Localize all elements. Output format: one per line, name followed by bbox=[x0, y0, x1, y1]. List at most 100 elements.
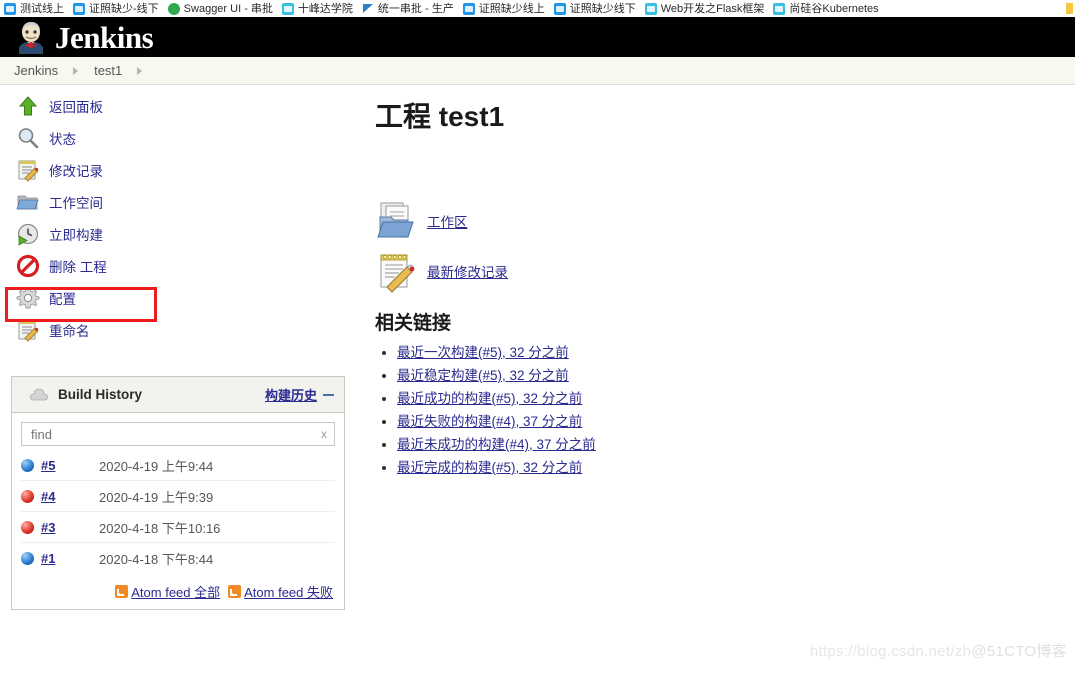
table-row[interactable]: #4 2020-4-19 上午9:39 bbox=[21, 480, 335, 511]
related-link-suffix: , 37 分之前 bbox=[529, 437, 596, 452]
build-date: 2020-4-19 上午9:39 bbox=[99, 489, 214, 505]
breadcrumb: Jenkins test1 bbox=[0, 57, 1075, 85]
status-ball-blue-icon bbox=[21, 458, 34, 472]
breadcrumb-item-test1[interactable]: test1 bbox=[94, 63, 122, 78]
related-link[interactable]: 最近未成功的构建(#4) bbox=[397, 437, 529, 452]
sidebar-item-changes[interactable]: 修改记录 bbox=[0, 154, 352, 186]
build-history-header: Build History 构建历史 bbox=[12, 377, 344, 413]
build-date: 2020-4-18 下午8:44 bbox=[99, 551, 214, 567]
list-item: 最近完成的构建(#5), 32 分之前 bbox=[397, 458, 1055, 477]
quick-link-label[interactable]: 工作区 bbox=[427, 211, 468, 231]
related-link[interactable]: 最近稳定构建(#5) bbox=[397, 368, 502, 383]
bookmark-item[interactable]: 尚硅谷Kubernetes bbox=[773, 2, 879, 15]
sidebar-item-label: 立即构建 bbox=[49, 228, 103, 243]
sidebar-item-label: 重命名 bbox=[49, 324, 90, 339]
video-icon bbox=[773, 2, 786, 15]
minus-icon[interactable] bbox=[323, 393, 334, 396]
bookmark-label: Swagger UI - 串批 bbox=[183, 2, 273, 15]
related-link-suffix: , 32 分之前 bbox=[502, 345, 569, 360]
related-link[interactable]: 最近完成的构建(#5) bbox=[397, 460, 516, 475]
chevron-right-icon bbox=[137, 66, 143, 75]
bookmark-item[interactable]: 十峰达学院 bbox=[281, 2, 353, 15]
bookmark-item[interactable]: 证照缺少-线下 bbox=[73, 2, 159, 15]
flag-icon bbox=[361, 2, 374, 15]
build-history-footer: Atom feed 全部 Atom feed 失败 bbox=[12, 573, 344, 609]
watermark-brand: @51CTO博客 bbox=[971, 643, 1067, 660]
atom-feed-failed-link[interactable]: Atom feed 失败 bbox=[244, 582, 333, 601]
bookmark-label: 十峰达学院 bbox=[297, 2, 353, 15]
magnifier-icon bbox=[16, 126, 40, 150]
build-history-link[interactable]: 构建历史 bbox=[265, 385, 317, 404]
related-link-suffix: , 32 分之前 bbox=[515, 460, 583, 475]
breadcrumb-item-jenkins[interactable]: Jenkins bbox=[14, 63, 58, 78]
folder-icon bbox=[16, 190, 40, 214]
sidebar-item-build-now[interactable]: 立即构建 bbox=[0, 218, 352, 250]
quick-link-recent-changes[interactable]: 最新修改记录 bbox=[375, 246, 1055, 296]
main-content: 工程 test1 工作区 最新修改记录 相关链接 • 最近一次构建(#5), 3… bbox=[375, 100, 1055, 481]
search-input[interactable] bbox=[29, 425, 321, 443]
table-row[interactable]: #5 2020-4-19 上午9:44 bbox=[21, 450, 335, 480]
bookmark-item[interactable]: Swagger UI - 串批 bbox=[167, 2, 273, 15]
bookmark-label: 证照缺少-线下 bbox=[89, 2, 159, 15]
rss-icon bbox=[115, 584, 129, 598]
list-item: 最近稳定构建(#5), 32 分之前 bbox=[397, 366, 1055, 385]
page-root: 测试线上 证照缺少-线下 Swagger UI - 串批 十峰达学院 统一串批 … bbox=[0, 0, 1075, 675]
weather-cloud-icon bbox=[30, 388, 48, 401]
sidebar-item-back-to-dashboard[interactable]: 返回面板 bbox=[0, 90, 352, 122]
jenkins-butler-logo[interactable] bbox=[14, 20, 48, 54]
list-item: 最近一次构建(#5), 32 分之前 bbox=[397, 343, 1055, 362]
skype-icon bbox=[553, 2, 566, 15]
bookmark-item[interactable]: 统一串批 - 生产 bbox=[361, 2, 454, 15]
rss-icon bbox=[228, 584, 242, 598]
status-ball-red-icon bbox=[21, 489, 34, 503]
bookmark-item[interactable]: 证照缺少线上 bbox=[462, 2, 545, 15]
bookmark-label: 统一串批 - 生产 bbox=[377, 2, 454, 15]
sidebar-item-rename[interactable]: 重命名 bbox=[0, 314, 352, 346]
related-link-suffix: , 32 分之前 bbox=[515, 391, 583, 406]
table-row[interactable]: #3 2020-4-18 下午10:16 bbox=[21, 511, 335, 542]
sidebar-item-label: 修改记录 bbox=[49, 164, 103, 179]
build-history-rows: #5 2020-4-19 上午9:44 #4 2020-4-19 上午9:39 … bbox=[21, 450, 335, 573]
build-number-link[interactable]: #3 bbox=[41, 520, 99, 535]
sidebar-item-label: 删除 工程 bbox=[49, 260, 107, 275]
build-number-link[interactable]: #4 bbox=[41, 489, 99, 504]
bookmark-label: Web开发之Flask框架 bbox=[660, 2, 765, 15]
sidebar-item-delete-project[interactable]: 删除 工程 bbox=[0, 250, 352, 282]
sidebar-item-status[interactable]: 状态 bbox=[0, 122, 352, 154]
list-item: 最近未成功的构建(#4), 37 分之前 bbox=[397, 435, 1055, 454]
quick-link-workspace[interactable]: 工作区 bbox=[375, 196, 1055, 246]
table-row[interactable]: #1 2020-4-18 下午8:44 bbox=[21, 542, 335, 573]
build-number-link[interactable]: #1 bbox=[41, 551, 99, 566]
bookmark-label: 证照缺少线上 bbox=[478, 2, 545, 15]
sidebar-item-label: 返回面板 bbox=[49, 100, 103, 115]
related-link[interactable]: 最近一次构建(#5) bbox=[397, 345, 502, 360]
bookmark-item[interactable]: 证照缺少线下 bbox=[553, 2, 636, 15]
quick-link-label[interactable]: 最新修改记录 bbox=[427, 261, 508, 281]
bookmark-overflow-icon[interactable] bbox=[1066, 3, 1073, 14]
clear-icon[interactable]: x bbox=[321, 427, 327, 441]
build-date: 2020-4-18 下午10:16 bbox=[99, 520, 221, 536]
bookmark-item[interactable]: 测试线上 bbox=[4, 2, 64, 15]
atom-feed-all-link[interactable]: Atom feed 全部 bbox=[131, 582, 220, 601]
skype-icon bbox=[462, 2, 475, 15]
sidebar-item-configure[interactable]: 配置 bbox=[0, 282, 352, 314]
notepad-pencil-icon bbox=[375, 249, 419, 293]
folder-documents-icon bbox=[375, 199, 419, 243]
build-history-actions: 构建历史 bbox=[265, 385, 334, 404]
jenkins-header: Jenkins bbox=[0, 17, 1075, 57]
bookmark-label: 证照缺少线下 bbox=[569, 2, 636, 15]
related-link[interactable]: 最近失败的构建(#4) bbox=[397, 414, 516, 429]
notepad-pencil-icon bbox=[16, 318, 40, 342]
build-number-link[interactable]: #5 bbox=[41, 458, 99, 473]
swagger-icon bbox=[167, 2, 180, 15]
related-link-suffix: , 32 分之前 bbox=[502, 368, 569, 383]
skype-icon bbox=[4, 2, 16, 15]
related-link[interactable]: 最近成功的构建(#5) bbox=[397, 391, 516, 406]
related-link-suffix: , 37 分之前 bbox=[515, 414, 583, 429]
section-title-related-links: 相关链接 bbox=[375, 313, 452, 334]
bookmark-item[interactable]: Web开发之Flask框架 bbox=[644, 2, 765, 15]
build-find-field[interactable]: x bbox=[21, 422, 335, 446]
sidebar: 返回面板 状态 修改记录 工作空间 立即构建 删除 工程 配置 重命名 bbox=[0, 90, 352, 346]
sidebar-item-workspace[interactable]: 工作空间 bbox=[0, 186, 352, 218]
clock-play-icon bbox=[16, 222, 40, 246]
